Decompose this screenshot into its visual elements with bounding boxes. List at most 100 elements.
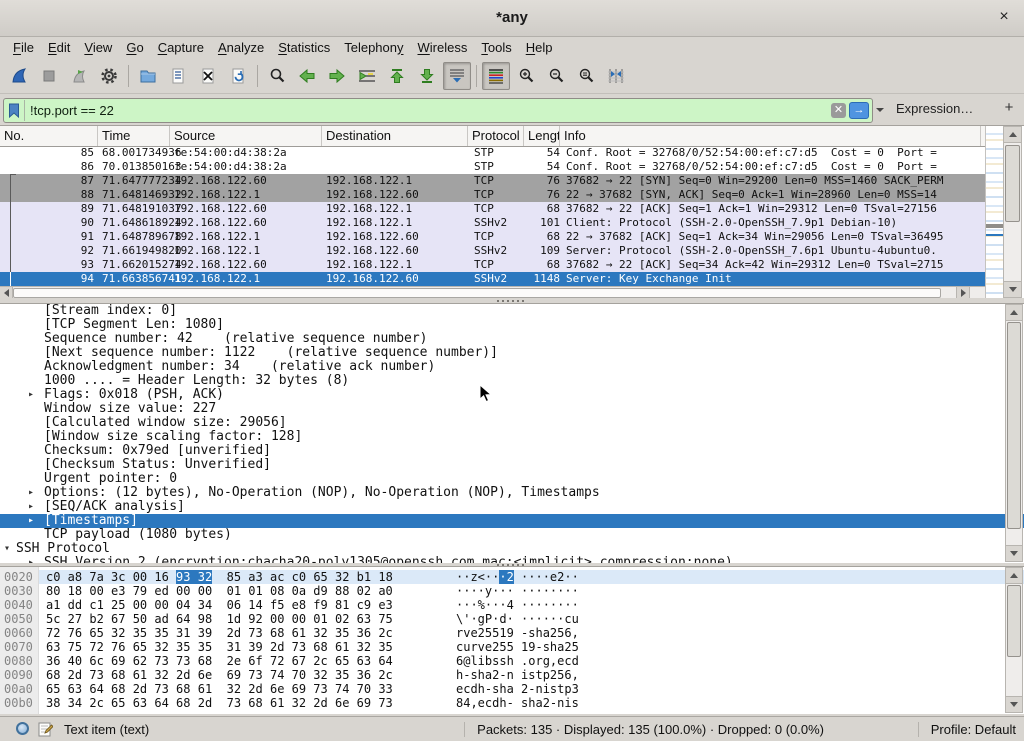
hex-row-0020[interactable]: 0020c0 a8 7a 3c 00 16 93 32 85 a3 ac c0 … [0,570,1024,584]
menu-item-view[interactable]: View [77,38,119,57]
bytes-pane-scrollbar[interactable] [1005,567,1023,713]
hex-row-0030[interactable]: 003080 18 00 e3 79 ed 00 00 01 01 08 0a … [0,584,1024,598]
hex-row-00a0[interactable]: 00a065 63 64 68 2d 73 68 61 32 2d 6e 69 … [0,682,1024,696]
hex-row-0040[interactable]: 0040a1 dd c1 25 00 00 04 34 06 14 f5 e8 … [0,598,1024,612]
column-header-destination[interactable]: Destination [322,126,468,146]
column-header-info[interactable]: Info [560,126,981,146]
vscroll-thumb[interactable] [1005,145,1020,222]
go-back-button[interactable] [293,62,321,90]
stop-capture-button[interactable] [35,62,63,90]
colorize-toggle[interactable] [482,62,510,90]
column-header-protocol[interactable]: Protocol [468,126,524,146]
start-capture-button[interactable] [5,62,33,90]
packet-row-87[interactable]: 8771.647777234192.168.122.60192.168.122.… [0,174,985,188]
bookmark-icon[interactable] [4,100,25,121]
detail-line[interactable]: ▾SSH Protocol [0,542,1024,556]
detail-line[interactable]: [Checksum Status: Unverified] [0,458,1024,472]
close-window-button[interactable]: × [994,7,1014,27]
display-filter-input[interactable]: !tcp.port == 22 ✕ → [3,98,873,123]
packet-row-91[interactable]: 9171.648789678192.168.122.1192.168.122.6… [0,230,985,244]
menu-item-capture[interactable]: Capture [151,38,211,57]
auto-scroll-toggle[interactable] [443,62,471,90]
expression-button[interactable]: Expression… [896,101,973,116]
zoom-in-button[interactable] [512,62,540,90]
detail-line[interactable]: ▸Flags: 0x018 (PSH, ACK) [0,388,1024,402]
scroll-down-button[interactable] [1006,696,1022,712]
go-forward-button[interactable] [323,62,351,90]
detail-scroll-thumb[interactable] [1007,322,1021,529]
packet-row-92[interactable]: 9271.661949820192.168.122.1192.168.122.6… [0,244,985,258]
scroll-up-button[interactable] [1006,568,1022,584]
scroll-up-button[interactable] [1004,127,1021,143]
menu-item-telephony[interactable]: Telephony [337,38,410,57]
hex-row-0050[interactable]: 00505c 27 b2 67 50 ad 64 98 1d 92 00 00 … [0,612,1024,626]
detail-pane-scrollbar[interactable] [1005,304,1023,562]
add-filter-button[interactable]: + [1000,98,1018,118]
scroll-up-button[interactable] [1006,305,1022,321]
detail-line[interactable]: ▸[Timestamps] [0,514,1024,528]
column-header-no[interactable]: No. [0,126,98,146]
collapse-icon[interactable]: ▾ [4,542,10,556]
menu-item-tools[interactable]: Tools [474,38,518,57]
resize-columns-button[interactable] [602,62,630,90]
detail-line[interactable]: [Calculated window size: 29056] [0,416,1024,430]
title-bar[interactable]: *any × [0,0,1024,37]
packet-row-89[interactable]: 8971.648191037192.168.122.60192.168.122.… [0,202,985,216]
expand-icon[interactable]: ▸ [28,388,34,402]
menu-item-statistics[interactable]: Statistics [271,38,337,57]
detail-line[interactable]: [Stream index: 0] [0,304,1024,318]
go-first-packet-button[interactable] [383,62,411,90]
menu-item-help[interactable]: Help [519,38,560,57]
hex-row-0060[interactable]: 006072 76 65 32 35 35 31 39 2d 73 68 61 … [0,626,1024,640]
go-last-packet-button[interactable] [413,62,441,90]
column-header-length[interactable]: Length [524,126,560,146]
packet-list-vscrollbar[interactable] [1003,126,1022,298]
detail-line[interactable]: [Next sequence number: 1122 (relative se… [0,346,1024,360]
detail-line[interactable]: [TCP Segment Len: 1080] [0,318,1024,332]
profile-button[interactable]: Profile: Default [918,722,1016,737]
menu-item-go[interactable]: Go [119,38,150,57]
detail-line[interactable]: Checksum: 0x79ed [unverified] [0,444,1024,458]
capture-comment-icon[interactable] [38,721,53,740]
hex-row-0080[interactable]: 008036 40 6c 69 62 73 73 68 2e 6f 72 67 … [0,654,1024,668]
capture-options-button[interactable] [95,62,123,90]
menu-item-wireless[interactable]: Wireless [411,38,475,57]
scroll-down-button[interactable] [1004,281,1021,297]
packet-row-90[interactable]: 9071.648618924192.168.122.60192.168.122.… [0,216,985,230]
packet-row-93[interactable]: 9371.662015274192.168.122.60192.168.122.… [0,258,985,272]
zoom-out-button[interactable] [542,62,570,90]
detail-line[interactable]: Urgent pointer: 0 [0,472,1024,486]
hscroll-thumb[interactable] [13,288,941,298]
packet-row-88[interactable]: 8871.648146932192.168.122.1192.168.122.6… [0,188,985,202]
expand-icon[interactable]: ▸ [28,514,34,528]
close-file-button[interactable] [194,62,222,90]
hex-row-00b0[interactable]: 00b038 34 2c 65 63 64 68 2d 73 68 61 32 … [0,696,1024,710]
menu-item-file[interactable]: File [6,38,41,57]
column-header-source[interactable]: Source [170,126,322,146]
menu-item-analyze[interactable]: Analyze [211,38,271,57]
detail-line[interactable]: 1000 .... = Header Length: 32 bytes (8) [0,374,1024,388]
expand-icon[interactable]: ▸ [28,486,34,500]
scroll-down-button[interactable] [1006,545,1022,561]
save-file-button[interactable] [164,62,192,90]
detail-line[interactable]: ▸[SEQ/ACK analysis] [0,500,1024,514]
menu-item-edit[interactable]: Edit [41,38,77,57]
column-header-time[interactable]: Time [98,126,170,146]
detail-line[interactable]: ▸Options: (12 bytes), No-Operation (NOP)… [0,486,1024,500]
detail-line[interactable]: Sequence number: 42 (relative sequence n… [0,332,1024,346]
zoom-reset-button[interactable] [572,62,600,90]
bytes-scroll-thumb[interactable] [1007,585,1021,657]
detail-line[interactable]: TCP payload (1080 bytes) [0,528,1024,542]
intelligent-scrollbar-minimap[interactable] [985,126,1003,298]
filter-history-caret[interactable] [874,100,886,119]
restart-capture-button[interactable] [65,62,93,90]
open-file-button[interactable] [134,62,162,90]
detail-line[interactable]: [Window size scaling factor: 128] [0,430,1024,444]
go-to-packet-button[interactable] [353,62,381,90]
detail-line[interactable]: Window size value: 227 [0,402,1024,416]
packet-row-85[interactable]: 8568.001734936fe:54:00:d4:38:2aSTP54Conf… [0,146,985,160]
packet-list-header[interactable]: No.TimeSourceDestinationProtocolLengthIn… [0,126,985,147]
hex-row-0090[interactable]: 009068 2d 73 68 61 32 2d 6e 69 73 74 70 … [0,668,1024,682]
packet-row-94[interactable]: 9471.663856741192.168.122.1192.168.122.6… [0,272,985,286]
expand-icon[interactable]: ▸ [28,500,34,514]
